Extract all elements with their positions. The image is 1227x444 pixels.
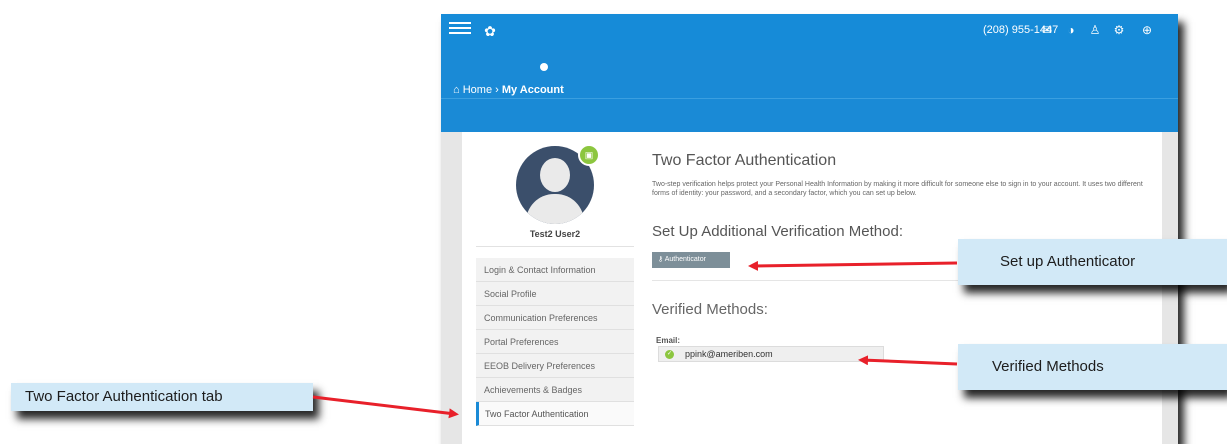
arrow-to-verified-email [858,355,958,366]
arrow-to-authenticator [748,260,958,271]
annotation-arrows [312,260,958,419]
arrow-to-two-factor-tab [312,395,459,419]
